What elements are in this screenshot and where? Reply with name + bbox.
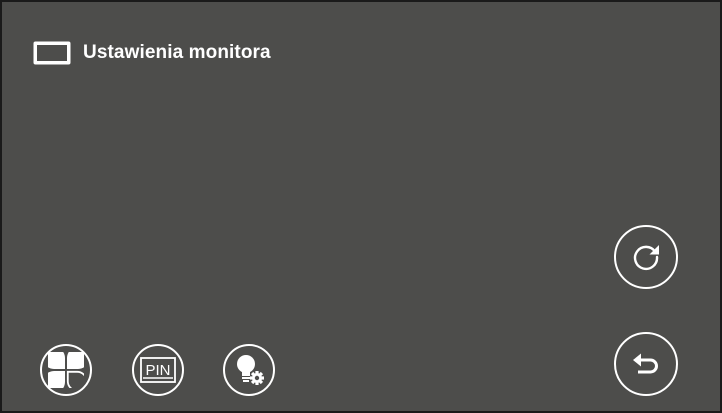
refresh-button[interactable] [614,225,678,289]
theme-button[interactable] [40,344,92,396]
header: Ustawienia monitora [32,40,271,66]
page-title: Ustawienia monitora [83,42,271,63]
pin-label: PIN [145,362,170,379]
lighting-settings-button[interactable] [223,344,275,396]
theme-petals-icon [48,352,84,388]
refresh-icon [633,245,659,271]
back-arrow-icon [633,353,658,374]
pin-icon: PIN [140,357,176,383]
pin-button[interactable]: PIN [132,344,184,396]
monitor-settings-screen: Ustawienia monitora PIN [0,0,722,413]
bulb-gear-icon [237,355,264,385]
monitor-icon [33,41,71,65]
back-button[interactable] [614,332,678,396]
